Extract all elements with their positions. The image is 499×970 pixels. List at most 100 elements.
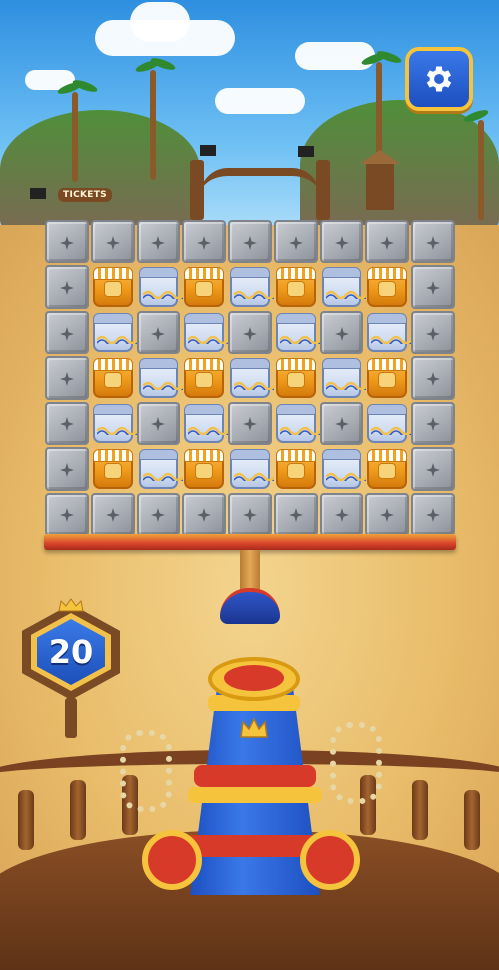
stone-block bbox=[136, 401, 181, 446]
star-icon bbox=[426, 507, 441, 523]
stone-block bbox=[182, 492, 227, 536]
gear-icon bbox=[426, 66, 452, 92]
empty-jar bbox=[138, 449, 183, 489]
star-icon bbox=[197, 507, 212, 523]
honey-label bbox=[378, 280, 397, 297]
wave-pattern bbox=[325, 472, 366, 481]
stone-block bbox=[45, 265, 89, 309]
stone-block bbox=[319, 310, 364, 355]
stone-block bbox=[319, 401, 364, 446]
stone-block bbox=[319, 220, 364, 264]
stone-block bbox=[45, 401, 89, 446]
stone-block bbox=[45, 356, 89, 400]
honey-label bbox=[195, 371, 214, 388]
stone-block bbox=[182, 220, 227, 264]
stone-block bbox=[136, 220, 181, 264]
honey-jar bbox=[184, 267, 225, 307]
honey-jar bbox=[184, 358, 225, 398]
stone-block bbox=[45, 310, 89, 355]
wave-pattern bbox=[234, 290, 275, 299]
star-icon bbox=[151, 507, 166, 523]
star-icon bbox=[426, 235, 441, 250]
honey-label bbox=[103, 280, 122, 297]
cloud bbox=[130, 2, 190, 42]
honey-jar bbox=[367, 267, 408, 307]
wave-pattern bbox=[279, 336, 320, 345]
stone-block bbox=[45, 220, 89, 264]
star-icon bbox=[242, 507, 257, 523]
empty-jar bbox=[321, 358, 366, 398]
honey-label bbox=[286, 462, 305, 479]
wave-pattern bbox=[234, 472, 275, 481]
board-rail bbox=[44, 534, 456, 550]
star-icon bbox=[334, 416, 349, 432]
stone-block bbox=[228, 401, 272, 446]
empty-jar bbox=[275, 312, 320, 353]
wave-pattern bbox=[142, 290, 183, 299]
star-icon bbox=[59, 326, 74, 341]
empty-jar bbox=[367, 312, 412, 353]
star-icon bbox=[334, 326, 349, 341]
star-icon bbox=[242, 235, 257, 250]
wave-pattern bbox=[188, 336, 229, 345]
stone-block bbox=[365, 492, 410, 536]
star-icon bbox=[151, 416, 166, 432]
empty-jar bbox=[92, 403, 137, 444]
honey-label bbox=[286, 371, 305, 388]
puzzle-board bbox=[44, 219, 456, 537]
crown-icon bbox=[58, 598, 84, 612]
honey-jar bbox=[92, 449, 133, 489]
star-icon bbox=[426, 371, 441, 386]
star-icon bbox=[288, 507, 303, 523]
honey-jar bbox=[275, 449, 316, 489]
honey-label bbox=[378, 371, 397, 388]
star-icon bbox=[380, 507, 395, 523]
empty-jar bbox=[321, 267, 366, 307]
star-icon bbox=[334, 507, 349, 523]
rope bbox=[120, 730, 172, 812]
star-icon bbox=[197, 235, 212, 250]
star-icon bbox=[288, 235, 303, 250]
moves-counter: 20 bbox=[22, 598, 120, 738]
stone-block bbox=[411, 401, 455, 446]
stone-block bbox=[228, 310, 272, 355]
star-icon bbox=[59, 280, 74, 296]
empty-jar bbox=[230, 449, 275, 489]
settings-button[interactable] bbox=[405, 47, 473, 111]
wave-pattern bbox=[325, 381, 366, 390]
honey-label bbox=[195, 462, 214, 479]
honey-label bbox=[286, 280, 305, 297]
stone-block bbox=[365, 220, 410, 264]
stone-block bbox=[228, 492, 272, 536]
wave-pattern bbox=[142, 381, 183, 390]
star-icon bbox=[380, 235, 395, 250]
wave-pattern bbox=[96, 336, 137, 345]
honey-jar bbox=[92, 267, 133, 307]
star-icon bbox=[426, 326, 441, 341]
stone-block bbox=[411, 356, 455, 400]
cannon-wheel bbox=[300, 830, 360, 890]
honey-label bbox=[103, 462, 122, 479]
stone-block bbox=[136, 310, 181, 355]
honey-jar bbox=[275, 358, 316, 398]
wave-pattern bbox=[96, 426, 137, 436]
stone-block bbox=[411, 310, 455, 355]
star-icon bbox=[105, 235, 120, 250]
stone-block bbox=[411, 220, 455, 264]
star-icon bbox=[59, 507, 74, 523]
wave-pattern bbox=[279, 426, 320, 436]
lookout-hut bbox=[360, 150, 400, 210]
stone-block bbox=[411, 492, 455, 536]
honey-jar bbox=[92, 358, 133, 398]
stone-block bbox=[273, 220, 318, 264]
cannon-wheel bbox=[142, 830, 202, 890]
star-icon bbox=[151, 326, 166, 341]
star-icon bbox=[59, 371, 74, 386]
star-icon bbox=[59, 235, 74, 250]
pirate-flag-icon bbox=[298, 146, 314, 157]
pirate-flag-icon bbox=[200, 145, 216, 156]
empty-jar bbox=[230, 358, 275, 398]
star-icon bbox=[242, 326, 257, 341]
empty-jar bbox=[138, 358, 183, 398]
stone-block bbox=[45, 447, 89, 491]
